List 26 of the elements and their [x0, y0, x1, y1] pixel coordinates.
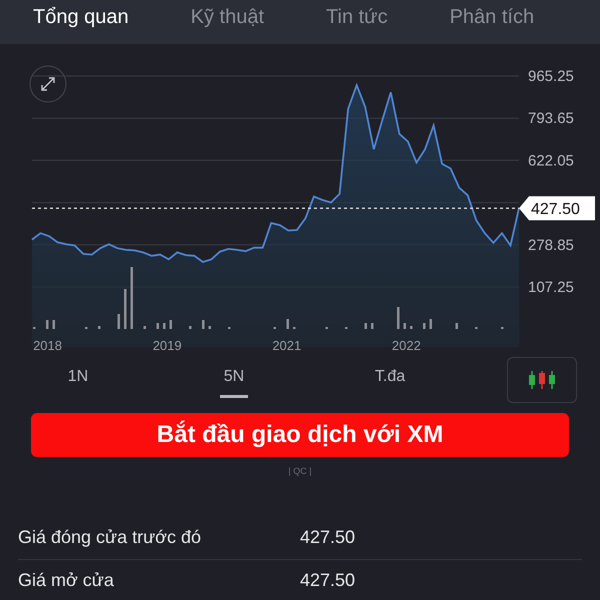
range-tab[interactable]: T.đa [370, 362, 410, 398]
tab[interactable]: Tin tức [326, 2, 388, 32]
ad-label: | QC | [288, 464, 312, 478]
y-axis-label: 107.25 [528, 278, 574, 296]
stat-label: Giá mở cửa [18, 568, 115, 592]
stat-label: Giá đóng cửa trước đó [18, 526, 202, 550]
y-axis-label: 278.85 [528, 236, 574, 254]
tab[interactable]: Tổng quan [33, 2, 129, 32]
candlestick-icon [528, 370, 556, 390]
tab[interactable]: Kỹ thuật [190, 2, 264, 32]
x-axis-label: 2019 [152, 338, 182, 353]
x-axis-label: 2018 [33, 338, 62, 353]
x-axis-label: 2022 [392, 338, 421, 353]
range-tab[interactable]: 5N [220, 362, 248, 398]
x-axis-label: 2021 [272, 338, 302, 353]
stat-value: 427.50 [300, 526, 356, 550]
y-axis-label: 622.05 [528, 152, 574, 170]
stat-value: 427.50 [300, 568, 356, 592]
range-tab[interactable]: 1N [64, 362, 92, 398]
price-label: 427.50 [531, 201, 580, 218]
expand-icon[interactable] [29, 65, 67, 102]
y-axis-label: 793.65 [528, 110, 574, 127]
candlestick-button[interactable] [507, 357, 577, 404]
y-axis-label: 965.25 [528, 68, 574, 85]
cta-button[interactable]: Bắt đầu giao dịch với XM [31, 413, 569, 457]
tab[interactable]: Phân tích [450, 2, 534, 32]
